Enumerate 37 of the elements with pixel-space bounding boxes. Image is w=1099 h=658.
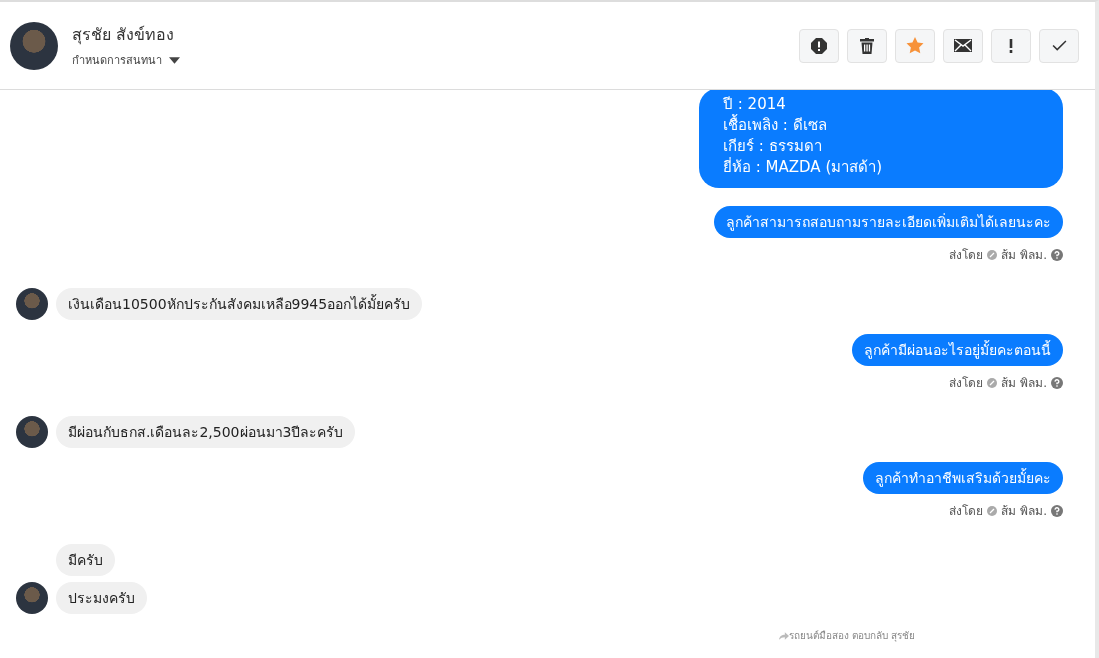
reply-note: รถยนต์มือสอง ตอบกลับ สุรชัย [778, 628, 915, 643]
star-button[interactable] [895, 28, 935, 63]
trash-icon [860, 37, 874, 54]
envelope-icon [954, 39, 972, 52]
checkmark-icon [1051, 40, 1067, 51]
contact-name: สุรชัย สังข์ทอง [72, 24, 176, 47]
help-icon[interactable] [1051, 248, 1063, 261]
sent-by-label: ส่งโดย [949, 503, 984, 520]
help-icon[interactable] [1051, 376, 1063, 389]
sender-name: ส้ม พิลม. [1001, 247, 1047, 264]
message-bubble: ปี : 2014 เชื้อเพลิง : ดีเซล เกียร์ : ธรรมดา ยี่ห้อ : MAZDA (มาสด้า) [699, 90, 1063, 188]
share-arrow-icon [778, 631, 789, 640]
check-circle-icon [987, 505, 998, 516]
message-bubble: เงินเดือน10500หักประกันสังคมเหลือ9945ออกได้มั้ยครับ [56, 288, 423, 320]
mail-button[interactable] [943, 28, 983, 63]
message-bubble: ประมงครับ [56, 582, 147, 614]
check-circle-icon [987, 249, 998, 260]
message-bubble: มีครับ [56, 544, 115, 576]
sender-name: ส้ม พิลม. [1001, 503, 1047, 520]
check-circle-icon [987, 377, 998, 388]
sent-by-label: ส่งโดย [949, 375, 984, 392]
help-icon[interactable] [1051, 504, 1063, 517]
message-bubble: มีผ่อนกับธกส.เดือนละ2,500ผ่อนมา3ปีละครับ [56, 416, 356, 448]
avatar [10, 21, 58, 70]
message-bubble: ลูกค้าสามารถสอบถามรายละเอียดเพิ่มเติมได้เลยนะคะ [714, 206, 1063, 238]
sent-by-label: ส่งโดย [949, 247, 984, 264]
trash-button[interactable] [847, 28, 887, 63]
exclamation-icon [1009, 38, 1013, 53]
message-bubble: ลูกค้ามีผ่อนอะไรอยู่มั้ยคะตอนนี้ [852, 334, 1063, 366]
message-bubble: ลูกค้าทำอาชีพเสริมด้วยมั้ยคะ [863, 462, 1063, 494]
alert-icon [811, 37, 827, 54]
done-button[interactable] [1039, 28, 1079, 63]
alert-button[interactable] [799, 28, 839, 63]
caret-icon [169, 56, 180, 64]
sender-name: ส้ม พิลม. [1001, 375, 1047, 392]
conversation-menu[interactable]: กำหนดการสนทนา [72, 51, 180, 69]
star-icon [906, 37, 924, 54]
